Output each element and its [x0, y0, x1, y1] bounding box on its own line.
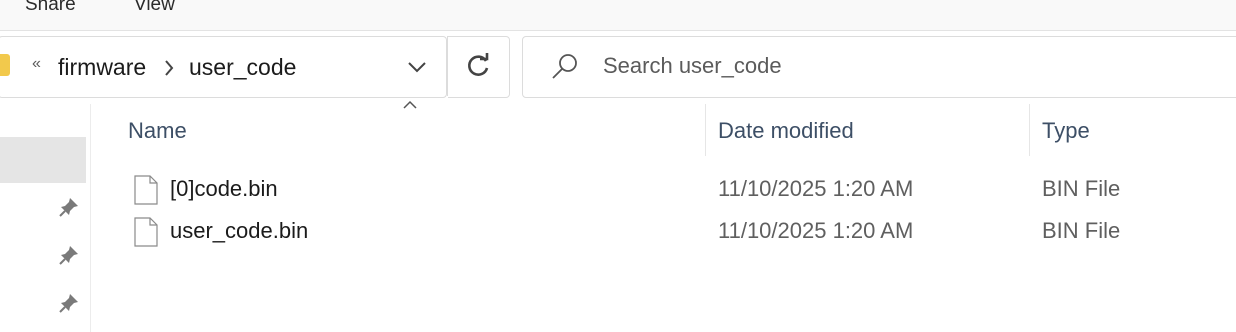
nav-pane-border — [90, 104, 91, 332]
file-type: BIN File — [1042, 218, 1121, 243]
refresh-icon — [466, 53, 492, 84]
file-type: BIN File — [1042, 176, 1121, 201]
nav-item-selected[interactable] — [0, 137, 86, 183]
ribbon-tab-view[interactable]: View — [134, 0, 175, 16]
column-divider[interactable] — [1029, 104, 1030, 156]
chevron-up-icon — [401, 98, 419, 116]
file-icon — [134, 217, 158, 252]
column-header-date-modified[interactable]: Date modified — [718, 118, 854, 144]
file-name: [0]code.bin — [170, 176, 278, 201]
breadcrumb-overflow-button[interactable]: « — [32, 55, 41, 73]
pin-icon[interactable] — [58, 244, 80, 271]
pin-icon[interactable] — [58, 196, 80, 223]
breadcrumb-user-code[interactable]: user_code — [189, 54, 296, 81]
file-row[interactable]: [0]code.bin 11/10/2025 1:20 AM BIN File — [120, 170, 1236, 210]
file-name: user_code.bin — [170, 218, 309, 243]
file-date: 11/10/2025 1:20 AM — [718, 218, 914, 243]
folder-icon — [0, 54, 10, 76]
chevron-down-icon[interactable] — [406, 58, 428, 81]
column-divider[interactable] — [705, 104, 706, 156]
file-row[interactable]: user_code.bin 11/10/2025 1:20 AM BIN Fil… — [120, 212, 1236, 252]
search-box[interactable] — [522, 36, 1236, 98]
search-icon — [551, 53, 579, 86]
chevron-right-icon[interactable] — [162, 58, 176, 83]
file-date: 11/10/2025 1:20 AM — [718, 176, 914, 201]
refresh-button[interactable] — [448, 36, 510, 98]
ribbon: Share View — [0, 0, 1236, 31]
file-icon — [134, 175, 158, 210]
breadcrumb-firmware[interactable]: firmware — [58, 54, 146, 81]
column-header-type[interactable]: Type — [1042, 118, 1090, 144]
search-input[interactable] — [603, 51, 1183, 81]
pin-icon[interactable] — [58, 292, 80, 319]
ribbon-tab-share[interactable]: Share — [25, 0, 76, 16]
column-header-name[interactable]: Name — [128, 118, 187, 144]
